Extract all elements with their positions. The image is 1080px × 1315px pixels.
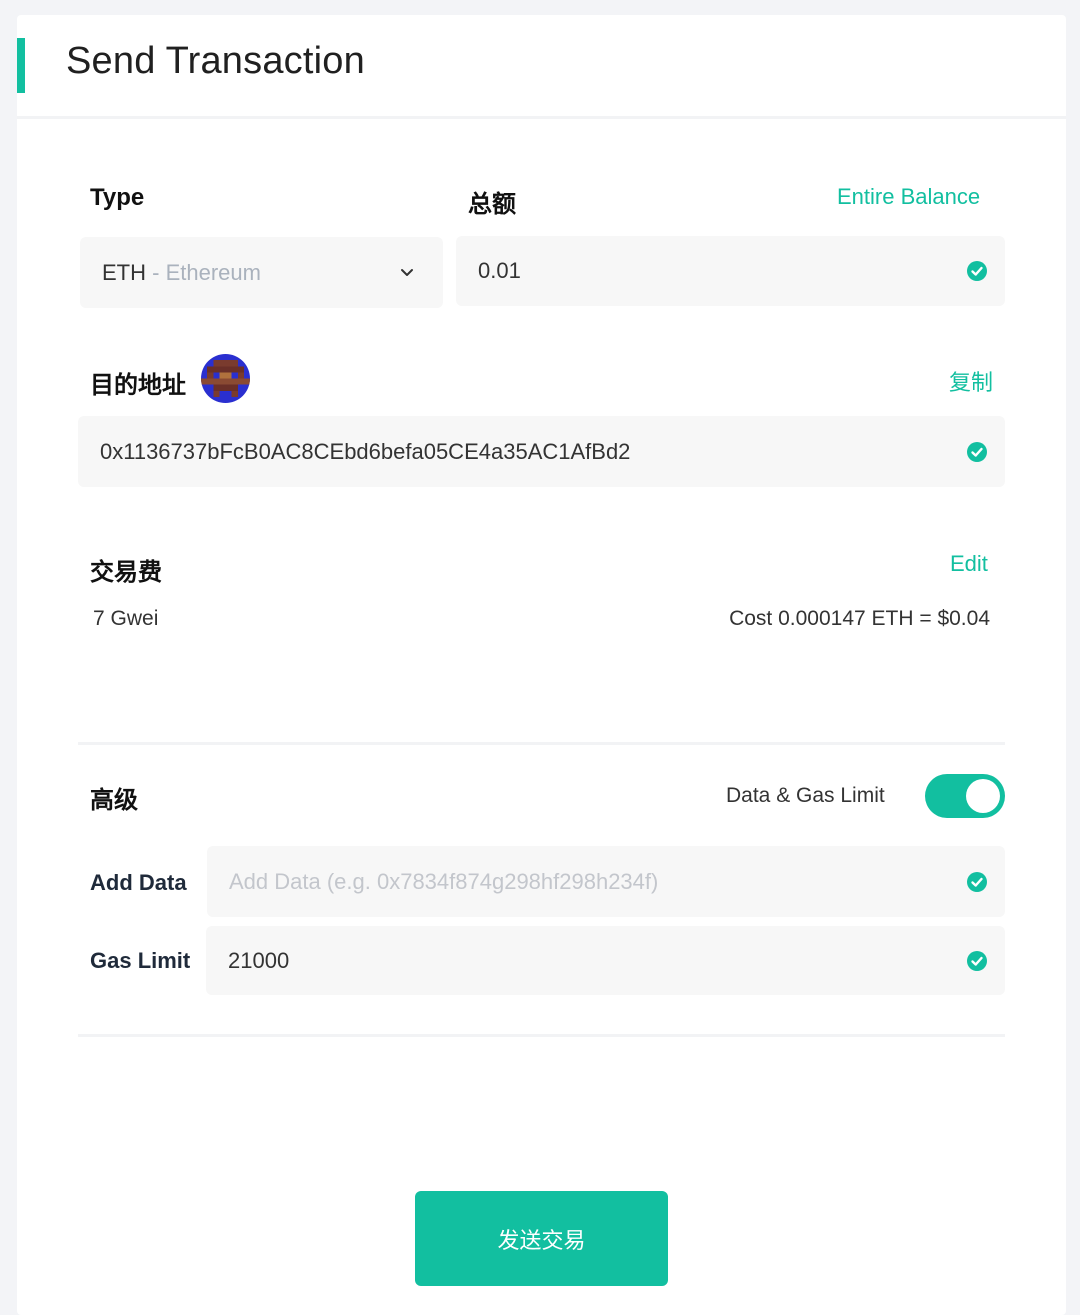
type-select-value: ETH - Ethereum bbox=[102, 260, 261, 286]
fee-label: 交易费 bbox=[90, 559, 162, 586]
fee-cost-text: Cost 0.000147 ETH = $0.04 bbox=[729, 607, 990, 630]
gas-limit-label: Gas Limit bbox=[90, 948, 191, 973]
advanced-label: 高级 bbox=[90, 787, 138, 814]
check-icon bbox=[967, 441, 987, 462]
data-gas-limit-toggle[interactable] bbox=[925, 774, 1005, 818]
send-transaction-card: Send Transaction Type ETH - Ethereum 总额 … bbox=[17, 15, 1066, 1315]
data-gas-limit-label: Data & Gas Limit bbox=[726, 784, 885, 807]
address-input[interactable]: 0x1136737bFcB0AC8CEbd6befa05CE4a35AC1AfB… bbox=[78, 416, 1005, 487]
type-symbol: ETH bbox=[102, 259, 146, 285]
divider bbox=[78, 1034, 1005, 1037]
header-accent-bar bbox=[17, 38, 25, 93]
check-icon bbox=[967, 950, 987, 971]
type-select[interactable]: ETH - Ethereum bbox=[80, 237, 443, 308]
chevron-down-icon bbox=[401, 268, 413, 276]
address-input-value: 0x1136737bFcB0AC8CEbd6befa05CE4a35AC1AfB… bbox=[100, 438, 631, 464]
gas-price-text: 7 Gwei bbox=[93, 607, 159, 630]
amount-input[interactable]: 0.01 bbox=[456, 236, 1005, 306]
type-name: - Ethereum bbox=[152, 259, 261, 285]
add-data-placeholder: Add Data (e.g. 0x7834f874g298hf298h234f) bbox=[229, 868, 659, 894]
add-data-input[interactable]: Add Data (e.g. 0x7834f874g298hf298h234f) bbox=[207, 846, 1005, 917]
amount-input-value: 0.01 bbox=[478, 258, 521, 283]
divider bbox=[78, 742, 1005, 745]
identicon-avatar bbox=[201, 354, 250, 403]
page-title: Send Transaction bbox=[66, 40, 365, 82]
amount-label: 总额 bbox=[468, 191, 516, 218]
check-icon bbox=[967, 261, 987, 281]
gas-limit-value: 21000 bbox=[228, 947, 290, 973]
toggle-knob bbox=[966, 779, 1000, 813]
check-icon bbox=[967, 871, 987, 892]
add-data-label: Add Data bbox=[90, 870, 187, 895]
edit-fee-link[interactable]: Edit bbox=[950, 551, 988, 577]
type-label: Type bbox=[90, 184, 145, 211]
gas-limit-input[interactable]: 21000 bbox=[206, 926, 1005, 995]
card-header: Send Transaction bbox=[17, 15, 1066, 119]
entire-balance-link[interactable]: Entire Balance bbox=[837, 184, 980, 210]
copy-address-link[interactable]: 复制 bbox=[949, 365, 993, 397]
address-label: 目的地址 bbox=[90, 372, 186, 399]
send-transaction-button[interactable]: 发送交易 bbox=[415, 1191, 668, 1286]
